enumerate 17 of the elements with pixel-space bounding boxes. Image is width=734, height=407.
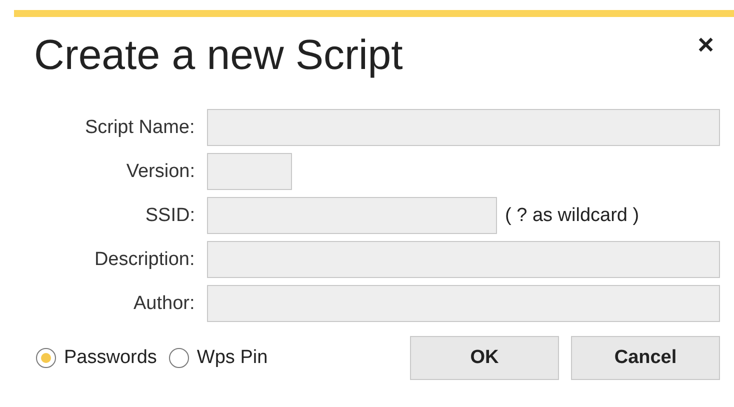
field-label: Description: — [93, 248, 195, 270]
input-field[interactable] — [207, 153, 292, 190]
input-field[interactable] — [206, 241, 720, 278]
field-label: Script Name: — [84, 116, 195, 138]
dialog-title: Create a new Script — [34, 31, 403, 79]
field-label: Version: — [125, 160, 195, 182]
radio-option[interactable]: Passwords — [36, 347, 157, 369]
radio-option[interactable]: Wps Pin — [168, 347, 268, 369]
input-field[interactable] — [206, 285, 720, 322]
close-button[interactable]: × — [692, 29, 720, 61]
input-field[interactable] — [207, 197, 497, 234]
dialog-button[interactable]: Cancel — [571, 336, 720, 380]
field-label: SSID: — [144, 204, 195, 226]
field-label: Author: — [132, 292, 195, 314]
hint-text: ( ? as wildcard ) — [505, 204, 640, 226]
input-field[interactable] — [206, 109, 720, 146]
dialog-button[interactable]: OK — [410, 336, 559, 380]
